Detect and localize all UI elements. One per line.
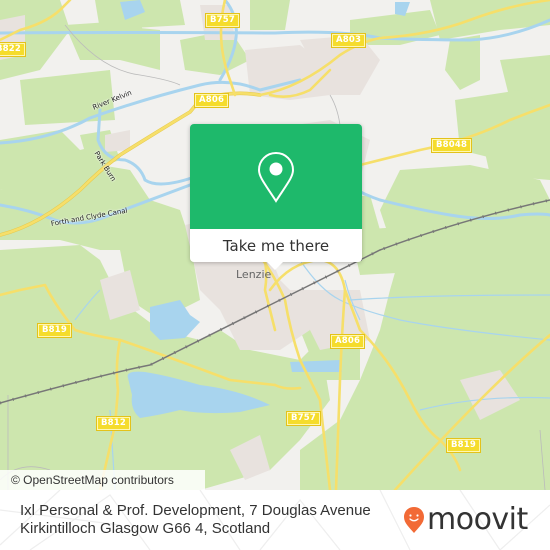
map-pin-icon <box>257 151 295 203</box>
map-attribution[interactable]: © OpenStreetMap contributors <box>0 470 205 490</box>
map[interactable]: B757 B822 A803 A806 B8048 B819 A806 B812… <box>0 0 550 490</box>
moovit-wordmark: moovit <box>427 502 528 537</box>
road-label-b757: B757 <box>204 13 241 28</box>
road-label-b819: B819 <box>445 438 482 453</box>
popup-header[interactable] <box>190 124 362 229</box>
road-label-b812: B812 <box>95 416 132 431</box>
footer: Ixl Personal & Prof. Development, 7 Doug… <box>0 490 550 550</box>
road-label-b819: B819 <box>36 323 73 338</box>
road-label-b757: B757 <box>285 411 322 426</box>
place-address: Ixl Personal & Prof. Development, 7 Doug… <box>20 502 371 538</box>
road-label-a806: A806 <box>193 93 230 108</box>
road-label-a803: A803 <box>330 33 367 48</box>
moovit-logo[interactable]: moovit <box>403 504 528 536</box>
moovit-pin-icon <box>404 507 424 533</box>
take-me-there-button[interactable]: Take me there <box>190 229 362 262</box>
road-label-b8048: B8048 <box>430 138 473 153</box>
popup-pointer <box>266 261 284 270</box>
location-popup[interactable]: Take me there <box>190 124 362 270</box>
address-line-2: Kirkintilloch Glasgow G66 4, Scotland <box>20 520 271 537</box>
road-label-b822: B822 <box>0 42 27 57</box>
address-line-1: Ixl Personal & Prof. Development, 7 Doug… <box>20 502 371 519</box>
road-label-a806: A806 <box>329 334 366 349</box>
